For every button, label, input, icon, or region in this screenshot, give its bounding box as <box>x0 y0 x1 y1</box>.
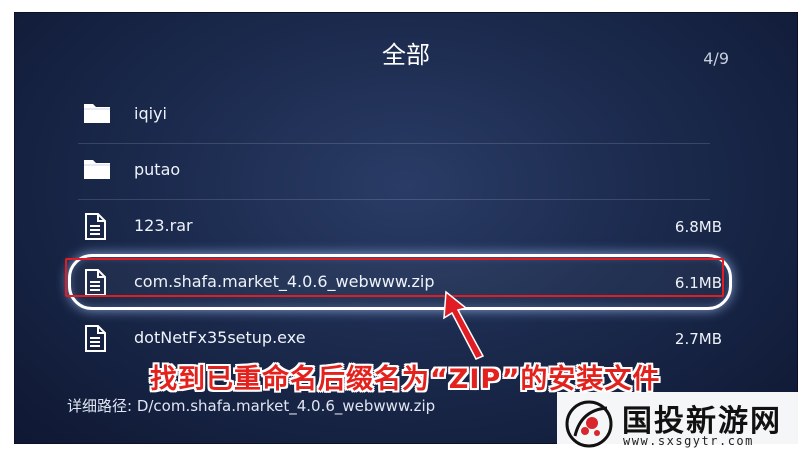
file-row-123-rar[interactable]: 123.rar 6.8MB <box>70 199 742 255</box>
file-name: dotNetFx35setup.exe <box>134 328 306 347</box>
file-icon <box>83 325 107 357</box>
page-title: 全部 <box>382 41 430 69</box>
page-counter: 4/9 <box>703 49 729 68</box>
file-icon <box>83 213 107 245</box>
folder-icon <box>83 157 111 185</box>
file-name: 123.rar <box>134 216 193 235</box>
detail-path: 详细路径: D/com.shafa.market_4.0.6_webwww.zi… <box>67 397 436 415</box>
file-row-iqiyi[interactable]: iqiyi <box>70 87 742 143</box>
annotation-caption: 找到已重命名后缀名为“ZIP”的安装文件 <box>150 364 661 395</box>
file-size: 6.8MB <box>674 218 722 236</box>
file-size: 2.7MB <box>674 330 722 348</box>
annotation-highlight-box <box>65 258 724 297</box>
folder-icon <box>83 101 111 129</box>
watermark: 国投新游网 www.sxsgytr.com <box>557 392 809 456</box>
watermark-url: www.sxsgytr.com <box>623 434 754 448</box>
file-name: putao <box>134 160 181 179</box>
file-row-putao[interactable]: putao <box>70 143 742 199</box>
watermark-logo-icon <box>561 396 617 456</box>
file-name: iqiyi <box>134 104 167 123</box>
